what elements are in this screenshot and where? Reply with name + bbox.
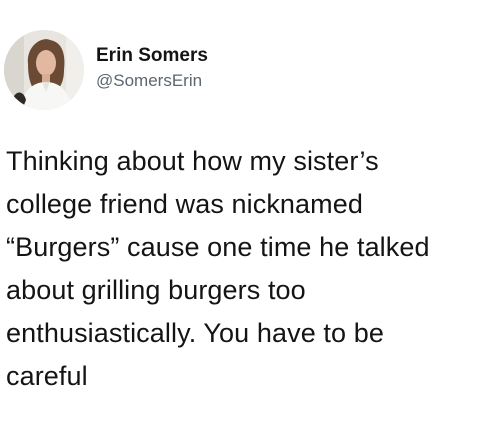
avatar-photo-icon <box>4 30 84 110</box>
author-handle[interactable]: @SomersErin <box>96 70 208 92</box>
tweet-text: Thinking about how my sister’s college f… <box>6 140 500 398</box>
tweet-card: Erin Somers @SomersErin Thinking about h… <box>0 0 500 433</box>
author-info: Erin Somers @SomersErin <box>96 44 208 92</box>
tweet-text-line: about grilling burgers too <box>6 275 306 305</box>
tweet-text-line: “Burgers” cause one time he talked <box>6 232 430 262</box>
tweet-text-line: Thinking about how my sister’s <box>6 146 379 176</box>
author-display-name[interactable]: Erin Somers <box>96 44 208 68</box>
author-avatar[interactable] <box>4 30 84 110</box>
tweet-text-line: careful <box>6 361 88 391</box>
tweet-text-line: enthusiastically. You have to be <box>6 318 384 348</box>
tweet-text-line: college friend was nicknamed <box>6 189 363 219</box>
